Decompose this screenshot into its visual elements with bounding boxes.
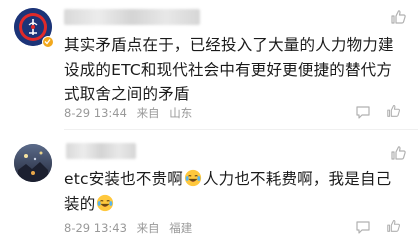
verified-badge-icon — [42, 36, 54, 48]
comment-text: 其实矛盾点在于，已经投入了大量的人力物力建设成的ETC和现代社会中有更好更便捷的… — [64, 33, 404, 107]
comment-date: 8-29 13:44 — [64, 106, 127, 120]
comment-text-part: etc安装也不贵啊 — [64, 170, 183, 188]
thumb-up-icon[interactable] — [386, 103, 402, 119]
comment-meta: 8-29 13:43 来自 福建 — [64, 220, 198, 236]
username-blurred[interactable] — [64, 9, 200, 25]
night-photo-avatar-icon — [14, 144, 52, 182]
comment-source-label: 来自 — [136, 106, 160, 120]
comment-list: 其实矛盾点在于，已经投入了大量的人力物力建设成的ETC和现代社会中有更好更便捷的… — [0, 0, 418, 240]
thumb-up-icon[interactable] — [386, 218, 402, 234]
username-blurred[interactable] — [66, 143, 136, 159]
laughing-tears-emoji-icon — [97, 194, 114, 211]
laughing-tears-emoji-icon — [184, 169, 202, 187]
reply-icon[interactable] — [355, 219, 371, 235]
comment-date: 8-29 13:43 — [64, 221, 127, 235]
comment-location: 福建 — [169, 221, 193, 235]
reply-icon[interactable] — [355, 104, 371, 120]
like-icon[interactable] — [390, 144, 408, 162]
like-icon[interactable] — [390, 8, 408, 26]
user-avatar[interactable] — [14, 144, 52, 182]
divider — [64, 129, 418, 130]
comment-text: etc安装也不贵啊 人力也不耗费啊，我是自己装的 — [64, 167, 404, 216]
comment-source-label: 来自 — [136, 221, 160, 235]
comment-location: 山东 — [169, 106, 193, 120]
comment-text-part: 其实矛盾点在于，已经投入了大量的人力物力建设成的ETC和现代社会中有更好更便捷的… — [64, 36, 394, 103]
comment-meta: 8-29 13:44 来自 山东 — [64, 105, 198, 121]
